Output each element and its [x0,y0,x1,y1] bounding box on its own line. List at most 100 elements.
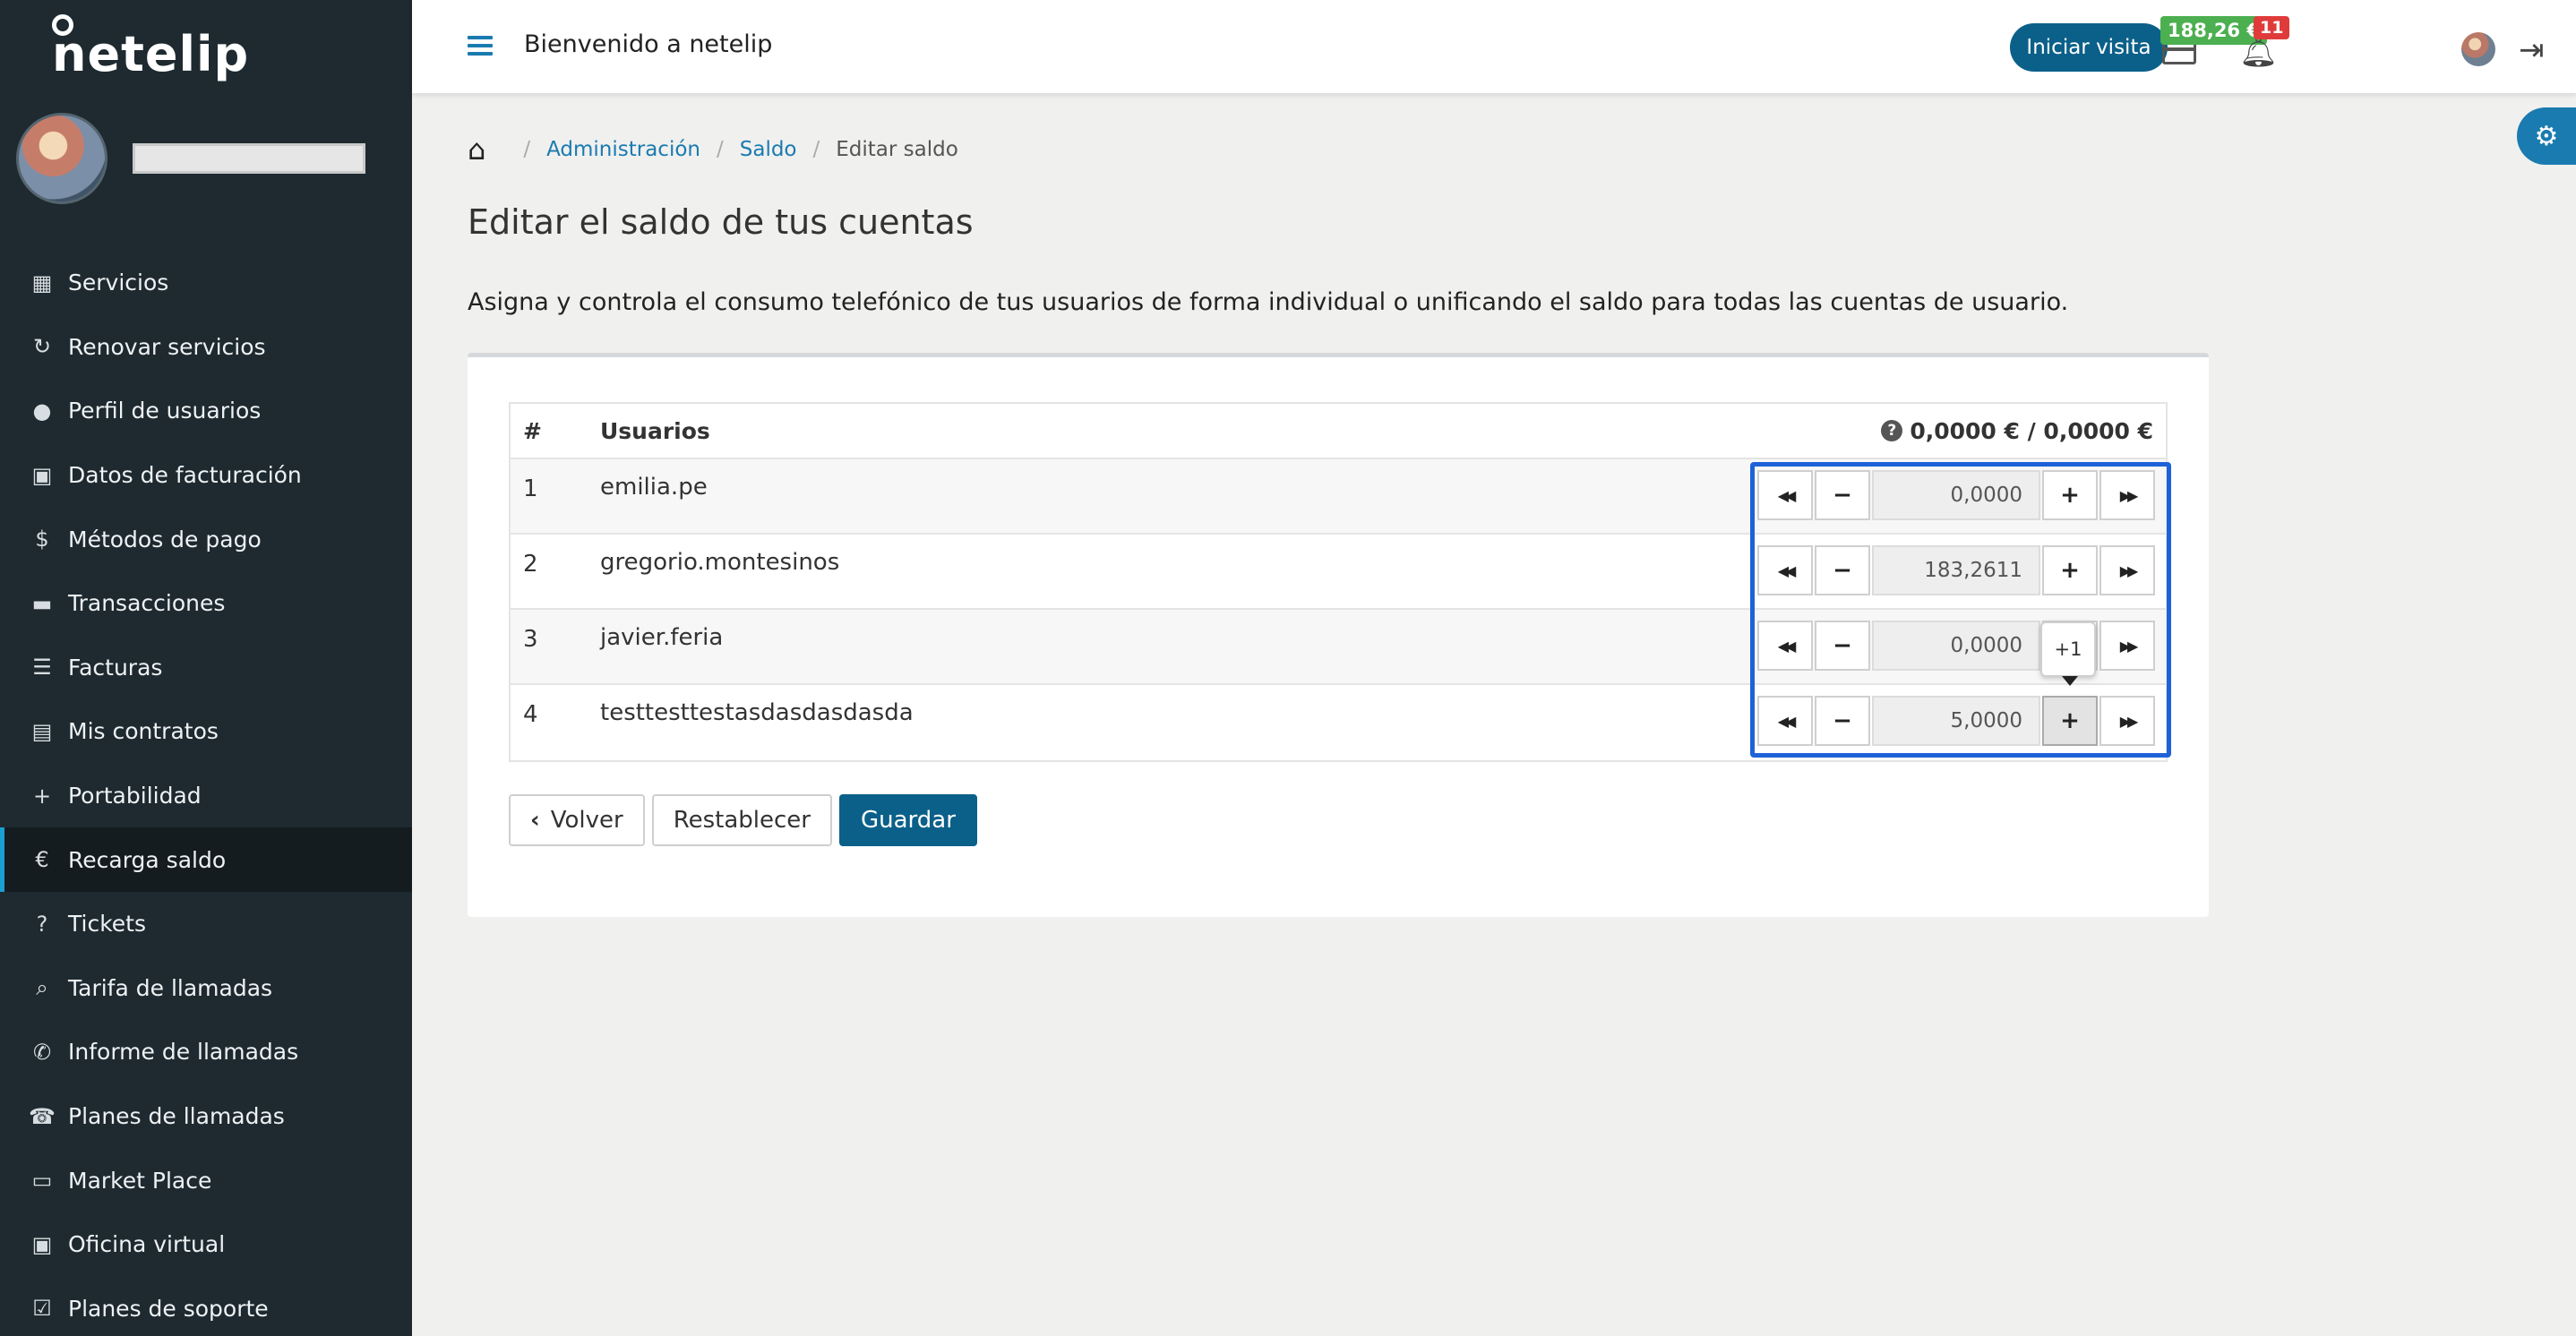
double-chevron-right-icon: ▶▶ [2119,486,2139,504]
sidebar-item-label: Planes de soporte [68,1295,269,1322]
back-button[interactable]: ‹ Volver [509,794,645,846]
back-button-label: Volver [550,807,623,834]
fast-increment-button[interactable]: ▶▶ [2099,696,2155,746]
logo-text: netelip [52,26,250,82]
sidebar: netelip ▦ Servicios ↻ Renovar servicios ● Per… [0,0,412,1336]
increment-button[interactable]: + [2042,696,2098,746]
table-row: 3javier.feria◀◀−+▶▶ [511,610,2166,685]
briefcase-icon: ▣ [31,462,53,488]
fast-decrement-button[interactable]: ◀◀ [1757,545,1813,595]
double-chevron-left-icon: ◀◀ [1777,561,1797,579]
file-icon: ▤ [31,718,53,744]
plus-icon: + [32,783,52,809]
sidebar-item-recarga-saldo[interactable]: € Recarga saldo [0,827,412,892]
grid-icon: ▦ [31,270,53,295]
sidebar-item-label: Métodos de pago [68,526,262,552]
check-square-icon: ☑ [32,1296,52,1322]
sidebar-item-label: Market Place [68,1167,212,1194]
refresh-icon: ↻ [32,334,52,360]
minus-icon: − [1833,707,1852,734]
sidebar-item-label: Perfil de usuarios [68,398,262,424]
sidebar-item-label: Oficina virtual [68,1231,226,1258]
profile-avatar[interactable] [2461,32,2495,66]
sidebar-user [16,113,365,204]
breadcrumb-current: Editar saldo [836,138,958,161]
table-row: 1emilia.pe◀◀−+▶▶ [511,459,2166,535]
sidebar-item-tarifa-de-llamadas[interactable]: ⌕ Tarifa de llamadas [0,956,412,1021]
credit-card-icon: ▬ [31,590,53,616]
balance-input[interactable] [1872,696,2040,746]
start-tour-button[interactable]: Iniciar visita [2010,23,2168,72]
user-icon: ● [32,398,52,424]
balance-panel: # Usuarios ? 0,0000 € / 0,0000 € 1 emilia… [468,353,2209,917]
header-total: ? 0,0000 € / 0,0000 € [1881,418,2166,444]
sidebar-item-label: Transacciones [68,590,226,617]
breadcrumb-administracion[interactable]: Administración [546,138,700,161]
balance-input[interactable] [1872,470,2040,520]
increment-button[interactable]: + [2042,545,2098,595]
fast-increment-button[interactable]: ▶▶ [2099,470,2155,520]
sidebar-item-label: Informe de llamadas [68,1039,299,1066]
decrement-button[interactable]: − [1815,545,1870,595]
reset-button[interactable]: Restablecer [651,794,832,846]
minus-icon: − [1833,482,1852,509]
dollar-icon: $ [35,527,49,552]
sidebar-item-label: Tickets [68,911,146,938]
telephone-icon: ☎ [29,1103,56,1129]
sidebar-item-transacciones[interactable]: ▬ Transacciones [0,571,412,636]
decrement-button[interactable]: − [1815,621,1870,671]
save-button[interactable]: Guardar [838,794,977,846]
decrement-button[interactable]: − [1815,696,1870,746]
fast-increment-button[interactable]: ▶▶ [2099,545,2155,595]
balance-stepper: ◀◀ − + ▶▶ [1757,545,2157,595]
sidebar-item-mis-contratos[interactable]: ▤ Mis contratos [0,699,412,764]
sidebar-item-informe-de-llamadas[interactable]: ✆ Informe de llamadas [0,1020,412,1084]
sidebar-item-label: Servicios [68,270,169,296]
decrement-button[interactable]: − [1815,470,1870,520]
balance-input[interactable] [1872,621,2040,671]
sidebar-item-perfil-de-usuarios[interactable]: ● Perfil de usuarios [0,379,412,443]
breadcrumb-saldo[interactable]: Saldo [740,138,797,161]
phone-icon: ✆ [32,1039,52,1065]
logout-icon[interactable]: ⇥ [2519,32,2545,68]
sidebar-item-planes-de-soporte[interactable]: ☑ Planes de soporte [0,1277,412,1336]
header-users: Usuarios [600,417,710,444]
settings-gear-icon[interactable]: ⚙ [2517,107,2576,165]
sidebar-item-renovar-servicios[interactable]: ↻ Renovar servicios [0,315,412,380]
sidebar-item-datos-de-facturación[interactable]: ▣ Datos de facturación [0,443,412,508]
balance-input[interactable] [1872,545,2040,595]
sidebar-item-planes-de-llamadas[interactable]: ☎ Planes de llamadas [0,1084,412,1149]
sidebar-item-oficina-virtual[interactable]: ▣ Oficina virtual [0,1212,412,1277]
sidebar-item-tickets[interactable]: ? Tickets [0,892,412,956]
double-chevron-right-icon: ▶▶ [2119,637,2139,655]
notifications-bell-icon[interactable]: 🔔︎ [2239,34,2278,70]
sidebar-item-servicios[interactable]: ▦ Servicios [0,251,412,315]
row-number: 1 [523,475,538,502]
fast-decrement-button[interactable]: ◀◀ [1757,621,1813,671]
header-num: # [523,417,542,444]
sidebar-item-label: Facturas [68,654,163,681]
menu-toggle-icon[interactable] [468,36,493,56]
user-avatar[interactable] [16,113,107,204]
fast-increment-button[interactable]: ▶▶ [2099,621,2155,671]
plus-icon: + [2060,482,2080,509]
fast-decrement-button[interactable]: ◀◀ [1757,696,1813,746]
sidebar-item-métodos-de-pago[interactable]: $ Métodos de pago [0,507,412,571]
row-number: 4 [523,701,538,728]
notifications-count-badge[interactable]: 11 [2254,16,2290,39]
sidebar-item-portabilidad[interactable]: + Portabilidad [0,764,412,828]
netelip-logo[interactable]: netelip [52,11,249,82]
balance-stepper: ◀◀ − + ▶▶ [1757,696,2157,746]
increment-button[interactable]: + [2042,470,2098,520]
double-chevron-right-icon: ▶▶ [2119,561,2139,579]
fast-decrement-button[interactable]: ◀◀ [1757,470,1813,520]
home-icon[interactable]: ⌂ [468,133,485,167]
sidebar-item-market-place[interactable]: ▭ Market Place [0,1148,412,1212]
list-icon: ☰ [32,655,52,681]
help-icon[interactable]: ? [1881,420,1903,441]
double-chevron-left-icon: ◀◀ [1777,637,1797,655]
sidebar-item-label: Planes de llamadas [68,1103,285,1130]
user-name-placeholder [133,143,365,174]
table-body: 1emilia.pe◀◀−+▶▶2gregorio.montesinos◀◀−+… [511,459,2166,760]
sidebar-item-facturas[interactable]: ☰ Facturas [0,636,412,700]
